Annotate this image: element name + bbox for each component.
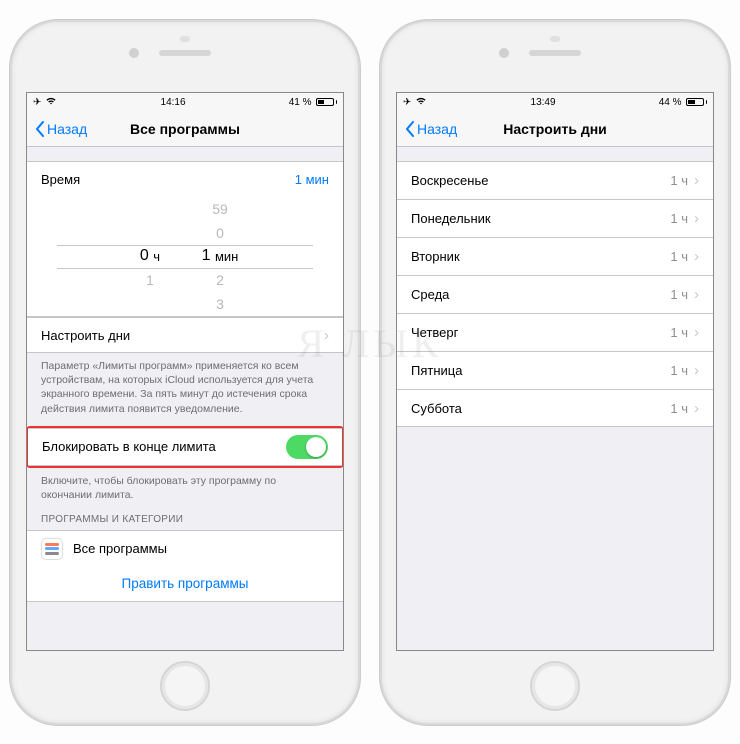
battery-percent: 44 % — [659, 97, 682, 108]
day-name: Суббота — [411, 401, 462, 416]
chevron-right-icon: › — [694, 210, 699, 227]
front-camera — [499, 48, 509, 58]
day-row[interactable]: Среда 1 ч › — [397, 275, 713, 313]
day-row[interactable]: Вторник 1 ч › — [397, 237, 713, 275]
chevron-right-icon: › — [694, 172, 699, 189]
wifi-icon — [45, 96, 57, 108]
time-picker[interactable]: 0 ч 1 59 0 1 мин 2 3 — [27, 197, 343, 317]
edit-programs-link[interactable]: Править программы — [27, 566, 343, 602]
customize-days-label: Настроить дни — [41, 328, 130, 343]
footer-text-1: Параметр «Лимиты программ» применяется к… — [27, 353, 343, 418]
front-camera — [129, 48, 139, 58]
day-value: 1 ч — [670, 173, 688, 188]
phone-left: ✈ 14:16 41 % Назад Все программы — [10, 20, 360, 725]
day-name: Четверг — [411, 325, 458, 340]
day-value: 1 ч — [670, 325, 688, 340]
section-header: ПРОГРАММЫ И КАТЕГОРИИ — [27, 504, 343, 530]
speaker — [529, 50, 581, 56]
chevron-left-icon — [405, 121, 415, 137]
highlight-box: Блокировать в конце лимита — [27, 426, 343, 468]
day-name: Вторник — [411, 249, 460, 264]
battery-icon — [316, 98, 338, 106]
status-time: 13:49 — [531, 97, 556, 108]
day-row[interactable]: Воскресенье 1 ч › — [397, 161, 713, 199]
sensor — [180, 36, 190, 42]
app-categories-row[interactable]: Все программы — [27, 530, 343, 566]
sensor — [550, 36, 560, 42]
screen-left: ✈ 14:16 41 % Назад Все программы — [26, 92, 344, 651]
airplane-icon: ✈ — [403, 97, 411, 108]
nav-bar: Назад Все программы — [27, 111, 343, 147]
chevron-left-icon — [35, 121, 45, 137]
app-row-label: Все программы — [73, 541, 167, 556]
chevron-right-icon: › — [694, 362, 699, 379]
days-list: Воскресенье 1 ч › Понедельник 1 ч › Вторник 1 ч… — [397, 161, 713, 427]
battery-icon — [686, 98, 708, 106]
day-row[interactable]: Четверг 1 ч › — [397, 313, 713, 351]
status-bar: ✈ 14:16 41 % — [27, 93, 343, 111]
content[interactable]: Воскресенье 1 ч › Понедельник 1 ч › Вторник 1 ч… — [397, 147, 713, 650]
day-row[interactable]: Понедельник 1 ч › — [397, 199, 713, 237]
time-row[interactable]: Время 1 мин — [27, 161, 343, 197]
speaker — [159, 50, 211, 56]
screen-right: ✈ 13:49 44 % Назад Настроить дни — [396, 92, 714, 651]
status-bar: ✈ 13:49 44 % — [397, 93, 713, 111]
back-label: Назад — [417, 121, 457, 137]
status-time: 14:16 — [161, 97, 186, 108]
block-label: Блокировать в конце лимита — [42, 439, 216, 454]
home-button[interactable] — [530, 661, 580, 711]
chevron-right-icon: › — [694, 248, 699, 265]
picker-minutes[interactable]: 59 0 1 мин 2 3 — [185, 197, 255, 316]
layers-icon — [41, 538, 63, 560]
back-button[interactable]: Назад — [405, 121, 457, 137]
day-name: Понедельник — [411, 211, 491, 226]
footer-text-2: Включите, чтобы блокировать эту программ… — [27, 468, 343, 504]
home-button[interactable] — [160, 661, 210, 711]
day-row[interactable]: Пятница 1 ч › — [397, 351, 713, 389]
day-name: Пятница — [411, 363, 462, 378]
chevron-right-icon: › — [324, 327, 329, 344]
chevron-right-icon: › — [694, 324, 699, 341]
chevron-right-icon: › — [694, 400, 699, 417]
airplane-icon: ✈ — [33, 97, 41, 108]
time-label: Время — [41, 172, 80, 187]
battery-percent: 41 % — [289, 97, 312, 108]
day-value: 1 ч — [670, 401, 688, 416]
day-row[interactable]: Суббота 1 ч › — [397, 389, 713, 427]
time-value: 1 мин — [295, 172, 329, 187]
back-button[interactable]: Назад — [35, 121, 87, 137]
back-label: Назад — [47, 121, 87, 137]
day-name: Воскресенье — [411, 173, 488, 188]
customize-days-row[interactable]: Настроить дни › — [27, 317, 343, 353]
picker-hours[interactable]: 0 ч 1 — [115, 197, 185, 316]
phone-right: ✈ 13:49 44 % Назад Настроить дни — [380, 20, 730, 725]
content[interactable]: Время 1 мин 0 ч 1 59 0 1 мин — [27, 147, 343, 650]
block-toggle[interactable] — [286, 435, 328, 459]
block-at-limit-row[interactable]: Блокировать в конце лимита — [28, 428, 342, 466]
chevron-right-icon: › — [694, 286, 699, 303]
day-value: 1 ч — [670, 363, 688, 378]
day-name: Среда — [411, 287, 449, 302]
day-value: 1 ч — [670, 249, 688, 264]
wifi-icon — [415, 96, 427, 108]
day-value: 1 ч — [670, 287, 688, 302]
day-value: 1 ч — [670, 211, 688, 226]
nav-bar: Назад Настроить дни — [397, 111, 713, 147]
